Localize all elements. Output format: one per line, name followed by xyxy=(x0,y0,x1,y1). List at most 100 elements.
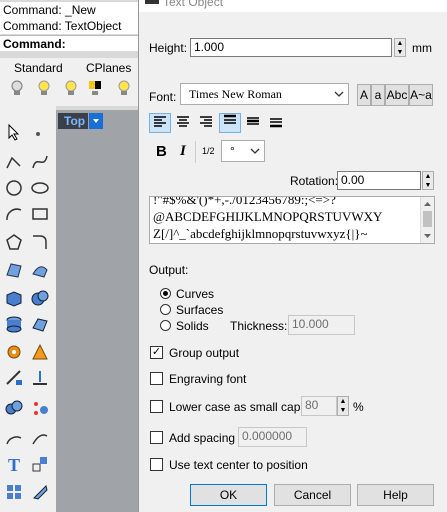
bulb-on-icon[interactable] xyxy=(64,80,78,98)
add-spacing-label[interactable]: Add spacing xyxy=(169,431,235,445)
dialog-title: Text Object xyxy=(163,0,224,9)
uppercase-button[interactable]: A xyxy=(357,84,371,106)
viewport-tab-label[interactable]: Top xyxy=(58,113,88,129)
ok-button[interactable]: OK xyxy=(190,484,267,506)
viewport-top[interactable] xyxy=(56,110,140,512)
text-object-dialog: Text Object Height: 1.000 ▲ ▼ mm Font: Ti… xyxy=(138,0,447,512)
divider xyxy=(195,141,196,163)
spin-down-icon[interactable]: ▼ xyxy=(395,48,405,57)
points-on-icon[interactable] xyxy=(30,398,50,418)
bulb-icon[interactable] xyxy=(117,80,131,98)
command-prompt[interactable]: Command: xyxy=(0,35,140,51)
tab-cplanes[interactable]: CPlanes xyxy=(86,61,131,75)
command-history-line: Command: _New xyxy=(0,2,140,18)
bulb-icon[interactable] xyxy=(10,80,24,98)
radio-surfaces-label[interactable]: Surfaces xyxy=(176,303,223,317)
fillet-icon[interactable] xyxy=(30,232,50,252)
align-right-button[interactable] xyxy=(195,113,217,133)
fraction-button[interactable]: 1/2 xyxy=(202,146,215,156)
trim-icon[interactable] xyxy=(4,368,24,388)
italic-button[interactable]: I xyxy=(180,143,186,160)
cylinder-icon[interactable] xyxy=(4,314,24,334)
group-output-label[interactable]: Group output xyxy=(169,346,239,360)
layer-color-icon[interactable] xyxy=(88,80,102,98)
engraving-font-checkbox[interactable] xyxy=(150,372,163,385)
cancel-button[interactable]: Cancel xyxy=(274,484,351,506)
rectangle-icon[interactable] xyxy=(30,204,50,224)
titlecase-button[interactable]: Abc xyxy=(385,84,409,106)
project-icon[interactable] xyxy=(30,482,50,502)
rotation-spinner[interactable]: ▲ ▼ xyxy=(422,171,434,190)
curve-icon[interactable] xyxy=(30,152,50,172)
valign-top-button[interactable] xyxy=(219,113,241,133)
valign-bottom-button[interactable] xyxy=(265,113,287,133)
surface-icon[interactable] xyxy=(4,260,24,280)
boolean-icon[interactable] xyxy=(4,398,24,418)
font-dropdown[interactable]: Times New Roman xyxy=(180,83,349,105)
explode-icon[interactable] xyxy=(30,342,50,362)
surface-patch-icon[interactable] xyxy=(30,260,50,280)
point-icon[interactable] xyxy=(30,124,50,144)
scroll-thumb[interactable] xyxy=(423,211,432,227)
height-input[interactable]: 1.000 xyxy=(190,38,392,57)
circle-icon[interactable] xyxy=(4,178,24,198)
thickness-label: Thickness: xyxy=(230,319,288,333)
text-preview[interactable]: !"#$%&'()*+,-./0123456789:;<=>? @ABCDEFG… xyxy=(149,196,435,244)
arc-icon[interactable] xyxy=(4,204,24,224)
scroll-up-icon[interactable] xyxy=(421,199,434,209)
group-output-checkbox[interactable]: ✓ xyxy=(150,346,163,359)
polygon-icon[interactable] xyxy=(4,232,24,252)
viewport-menu-arrow-icon[interactable] xyxy=(89,113,103,129)
radio-surfaces[interactable] xyxy=(160,304,171,315)
height-spinner[interactable]: ▲ ▼ xyxy=(394,38,406,57)
radio-curves[interactable] xyxy=(160,288,171,299)
lower-case-input: 80 xyxy=(301,396,337,416)
valign-middle-button[interactable] xyxy=(242,113,264,133)
spin-down-icon[interactable]: ▼ xyxy=(423,181,433,190)
height-label: Height: xyxy=(149,41,188,55)
align-left-button[interactable] xyxy=(149,113,171,133)
symbol-dropdown[interactable]: ° xyxy=(221,140,265,162)
preview-line: Z[/]^_`abcdefghijklmnopqrstuvwxyz{|}~ xyxy=(153,226,368,241)
spin-up-icon[interactable]: ▲ xyxy=(423,172,433,181)
dialog-app-icon xyxy=(145,0,159,4)
valign-bottom-icon xyxy=(270,118,282,128)
tab-standard[interactable]: Standard xyxy=(14,61,63,75)
font-label: Font: xyxy=(149,90,177,104)
lowercase-button[interactable]: a xyxy=(371,84,385,106)
array-icon[interactable] xyxy=(4,482,24,502)
gear-icon[interactable] xyxy=(4,342,24,362)
scroll-down-icon[interactable] xyxy=(421,231,434,241)
lower-case-label[interactable]: Lower case as small caps xyxy=(169,400,306,414)
arc-tool-icon[interactable] xyxy=(4,428,24,448)
text-icon[interactable]: T xyxy=(4,454,24,474)
preview-scrollbar[interactable] xyxy=(420,197,434,243)
dimension-icon[interactable] xyxy=(30,428,50,448)
polyline-icon[interactable] xyxy=(4,152,24,172)
select-arrow-icon[interactable] xyxy=(4,122,24,142)
bold-button[interactable]: B xyxy=(156,143,167,160)
rotation-input[interactable]: 0.00 xyxy=(337,171,421,190)
command-history-line: Command: TextObject xyxy=(0,18,140,34)
box-icon[interactable] xyxy=(4,288,24,308)
mesh-icon[interactable] xyxy=(30,314,50,334)
lower-case-spinner: ▲ ▼ xyxy=(337,396,349,416)
sphere-icon[interactable] xyxy=(30,288,50,308)
togglecase-button[interactable]: A~a xyxy=(409,84,433,106)
radio-curves-label[interactable]: Curves xyxy=(176,287,214,301)
ellipse-icon[interactable] xyxy=(30,178,50,198)
add-spacing-checkbox[interactable] xyxy=(150,431,163,444)
text-center-label[interactable]: Use text center to position xyxy=(169,458,308,472)
radio-solids[interactable] xyxy=(160,320,171,331)
height-unit: mm xyxy=(412,41,432,55)
lower-case-checkbox[interactable] xyxy=(150,400,163,413)
split-icon[interactable] xyxy=(30,368,50,388)
text-center-checkbox[interactable] xyxy=(150,458,163,471)
help-button[interactable]: Help xyxy=(357,484,434,506)
radio-solids-label[interactable]: Solids xyxy=(176,319,209,333)
spin-up-icon[interactable]: ▲ xyxy=(395,39,405,48)
engraving-font-label[interactable]: Engraving font xyxy=(169,372,246,386)
bulb-on-icon[interactable] xyxy=(37,80,51,98)
align-center-button[interactable] xyxy=(172,113,194,133)
transform-icon[interactable] xyxy=(30,454,50,474)
